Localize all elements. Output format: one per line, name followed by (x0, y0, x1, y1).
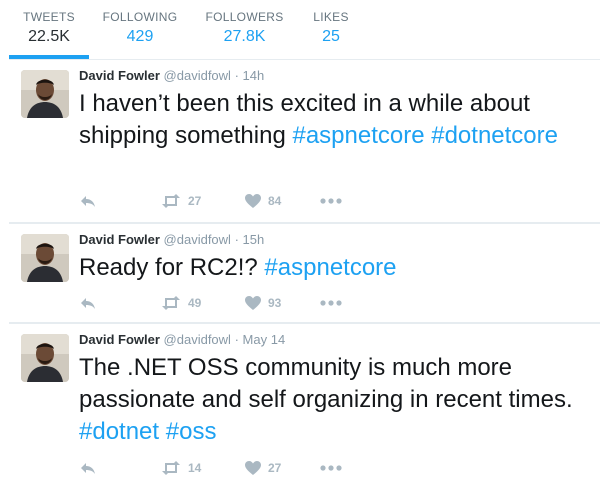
tweet-header: David Fowler @davidfowl · 15h (79, 232, 264, 247)
tweet-text-body: Ready for RC2!? (79, 254, 265, 281)
retweet-button[interactable]: 27 (161, 191, 201, 211)
retweet-count: 27 (188, 194, 202, 208)
like-button[interactable]: 93 (245, 293, 281, 313)
author-handle[interactable]: @davidfowl (164, 232, 231, 247)
tweet-text: Ready for RC2!? #aspnetcore (79, 252, 594, 284)
reply-icon (81, 196, 95, 207)
more-button[interactable] (320, 458, 342, 478)
avatar-image (21, 70, 69, 118)
retweet-button[interactable]: 49 (161, 293, 201, 313)
tweet-timestamp[interactable]: 14h (243, 68, 265, 83)
tweet-item[interactable]: David Fowler @davidfowl · 15h Ready for … (9, 224, 600, 322)
tweet-header: David Fowler @davidfowl · May 14 (79, 332, 285, 347)
hashtag-link[interactable]: #aspnetcore (292, 122, 424, 149)
heart-icon (245, 296, 261, 310)
more-button[interactable] (320, 293, 342, 313)
like-button[interactable]: 27 (245, 458, 281, 478)
author-name[interactable]: David Fowler (79, 68, 160, 83)
followers-stat-value: 27.8K (223, 28, 266, 45)
retweet-button[interactable]: 14 (161, 458, 201, 478)
author-handle[interactable]: @davidfowl (164, 68, 231, 83)
avatar-image (21, 234, 69, 282)
avatar[interactable] (21, 234, 69, 282)
separator-dot: · (234, 232, 239, 247)
hashtag-link[interactable]: #dotnet (79, 418, 159, 445)
following-stat-label: FOLLOWING (102, 10, 178, 24)
tweet-actions: 14 27 (79, 458, 379, 478)
tweet-timestamp[interactable]: 15h (243, 232, 265, 247)
hashtag-link[interactable]: #aspnetcore (264, 254, 396, 281)
more-icon (320, 300, 342, 306)
retweet-icon (162, 296, 180, 310)
more-button[interactable] (320, 191, 342, 211)
retweet-count: 14 (188, 461, 202, 475)
followers-stat-tab[interactable]: FOLLOWERS 27.8K (197, 0, 292, 59)
like-count: 93 (268, 296, 282, 310)
like-button[interactable]: 84 (245, 191, 281, 211)
like-count: 27 (268, 461, 282, 475)
likes-stat-value: 25 (322, 28, 340, 45)
avatar-image (21, 334, 69, 382)
reply-button[interactable] (79, 191, 97, 211)
retweet-icon (162, 461, 180, 475)
retweet-icon (162, 194, 180, 208)
tweet-timeline: David Fowler @davidfowl · 14h I haven’t … (9, 59, 600, 488)
followers-stat-label: FOLLOWERS (205, 10, 284, 24)
tweets-stat-label: TWEETS (23, 10, 75, 24)
heart-icon (245, 461, 261, 475)
reply-button[interactable] (79, 458, 97, 478)
tweet-timestamp[interactable]: May 14 (243, 332, 286, 347)
like-count: 84 (268, 194, 282, 208)
reply-icon (81, 298, 95, 309)
tweets-stat-tab[interactable]: TWEETS 22.5K (9, 0, 89, 59)
tweet-item[interactable]: David Fowler @davidfowl · May 14 The .NE… (9, 324, 600, 488)
likes-stat-label: LIKES (313, 10, 349, 24)
following-stat-tab[interactable]: FOLLOWING 429 (96, 0, 184, 59)
author-handle[interactable]: @davidfowl (164, 332, 231, 347)
reply-icon (81, 463, 95, 474)
tweet-text: The .NET OSS community is much more pass… (79, 352, 594, 448)
tweet-actions: 49 93 (79, 293, 379, 313)
tweet-actions: 27 84 (79, 191, 379, 211)
separator-dot: · (234, 332, 239, 347)
reply-button[interactable] (79, 293, 97, 313)
tweets-stat-value: 22.5K (28, 28, 70, 45)
tweet-header: David Fowler @davidfowl · 14h (79, 68, 264, 83)
hashtag-link[interactable]: #oss (166, 418, 217, 445)
avatar[interactable] (21, 70, 69, 118)
author-name[interactable]: David Fowler (79, 232, 160, 247)
tweet-text: I haven’t been this excited in a while a… (79, 88, 594, 152)
likes-stat-tab[interactable]: LIKES 25 (306, 0, 356, 59)
hashtag-link[interactable]: #dotnetcore (431, 122, 558, 149)
author-name[interactable]: David Fowler (79, 332, 160, 347)
following-stat-value: 429 (126, 28, 154, 45)
tweet-text-body: The .NET OSS community is much more pass… (79, 354, 573, 413)
heart-icon (245, 194, 261, 208)
more-icon (320, 198, 342, 204)
avatar[interactable] (21, 334, 69, 382)
more-icon (320, 465, 342, 471)
retweet-count: 49 (188, 296, 202, 310)
tweet-item[interactable]: David Fowler @davidfowl · 14h I haven’t … (9, 60, 600, 222)
profile-stats-nav: TWEETS 22.5K FOLLOWING 429 FOLLOWERS 27.… (0, 0, 600, 59)
separator-dot: · (234, 68, 239, 83)
